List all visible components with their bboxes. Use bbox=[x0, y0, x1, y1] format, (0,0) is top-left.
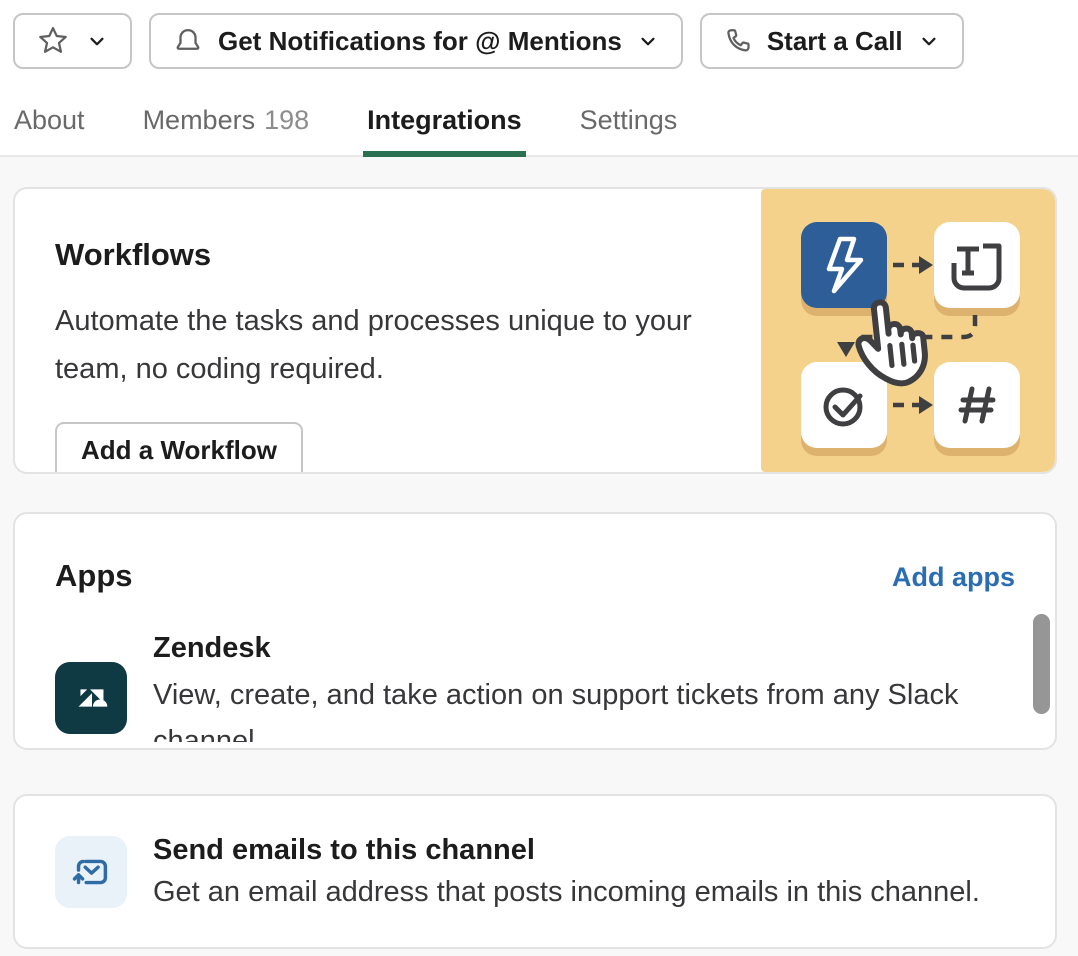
tab-integrations-label: Integrations bbox=[367, 105, 522, 135]
workflows-illustration bbox=[761, 189, 1055, 472]
start-call-button-label: Start a Call bbox=[767, 26, 903, 57]
app-row-zendesk[interactable]: Zendesk View, create, and take action on… bbox=[55, 632, 1015, 742]
apps-card-header: Apps Add apps bbox=[55, 558, 1015, 594]
notifications-button-label: Get Notifications for @ Mentions bbox=[218, 26, 622, 57]
apps-title: Apps bbox=[55, 558, 133, 594]
notifications-button[interactable]: Get Notifications for @ Mentions bbox=[149, 13, 683, 69]
apps-card: Apps Add apps Zendesk View, create, and … bbox=[13, 512, 1057, 750]
channel-details-tabs: About Members 198 Integrations Settings bbox=[0, 69, 1078, 157]
app-name: Zendesk bbox=[153, 632, 1015, 665]
apps-list: Zendesk View, create, and take action on… bbox=[55, 632, 1015, 742]
phone-icon bbox=[722, 25, 754, 57]
incoming-email-icon bbox=[55, 836, 127, 908]
chevron-down-icon bbox=[84, 28, 110, 54]
chevron-down-icon bbox=[635, 28, 661, 54]
apps-scrollbar-thumb[interactable] bbox=[1033, 614, 1050, 714]
hand-cursor-icon bbox=[842, 282, 948, 391]
tab-members[interactable]: Members 198 bbox=[143, 105, 310, 155]
tab-integrations[interactable]: Integrations bbox=[367, 105, 522, 155]
tab-about-label: About bbox=[14, 105, 85, 135]
workflows-text-block: Workflows Automate the tasks and process… bbox=[15, 189, 755, 474]
send-emails-card[interactable]: Send emails to this channel Get an email… bbox=[13, 794, 1057, 949]
workflows-description: Automate the tasks and processes unique … bbox=[55, 297, 727, 393]
integrations-tab-content: Workflows Automate the tasks and process… bbox=[0, 157, 1078, 956]
app-description: View, create, and take action on support… bbox=[153, 672, 1015, 742]
app-text-block: Zendesk View, create, and take action on… bbox=[153, 632, 1015, 742]
add-workflow-button[interactable]: Add a Workflow bbox=[55, 422, 303, 474]
email-text-block: Send emails to this channel Get an email… bbox=[153, 834, 980, 909]
tab-members-label: Members bbox=[143, 105, 256, 135]
workflows-card: Workflows Automate the tasks and process… bbox=[13, 187, 1057, 474]
workflows-title: Workflows bbox=[55, 237, 755, 273]
tab-settings-label: Settings bbox=[580, 105, 678, 135]
star-channel-button[interactable] bbox=[13, 13, 132, 69]
tab-about[interactable]: About bbox=[14, 105, 85, 155]
channel-actions-toolbar: Get Notifications for @ Mentions Start a… bbox=[0, 0, 1078, 69]
bell-icon bbox=[171, 24, 205, 58]
start-call-button[interactable]: Start a Call bbox=[700, 13, 964, 69]
add-apps-link[interactable]: Add apps bbox=[892, 562, 1015, 593]
tab-settings[interactable]: Settings bbox=[580, 105, 678, 155]
members-count: 198 bbox=[264, 105, 309, 135]
send-emails-description: Get an email address that posts incoming… bbox=[153, 876, 980, 909]
zendesk-logo-icon bbox=[55, 662, 127, 734]
chevron-down-icon bbox=[916, 28, 942, 54]
star-icon bbox=[35, 23, 71, 59]
send-emails-title: Send emails to this channel bbox=[153, 834, 980, 867]
